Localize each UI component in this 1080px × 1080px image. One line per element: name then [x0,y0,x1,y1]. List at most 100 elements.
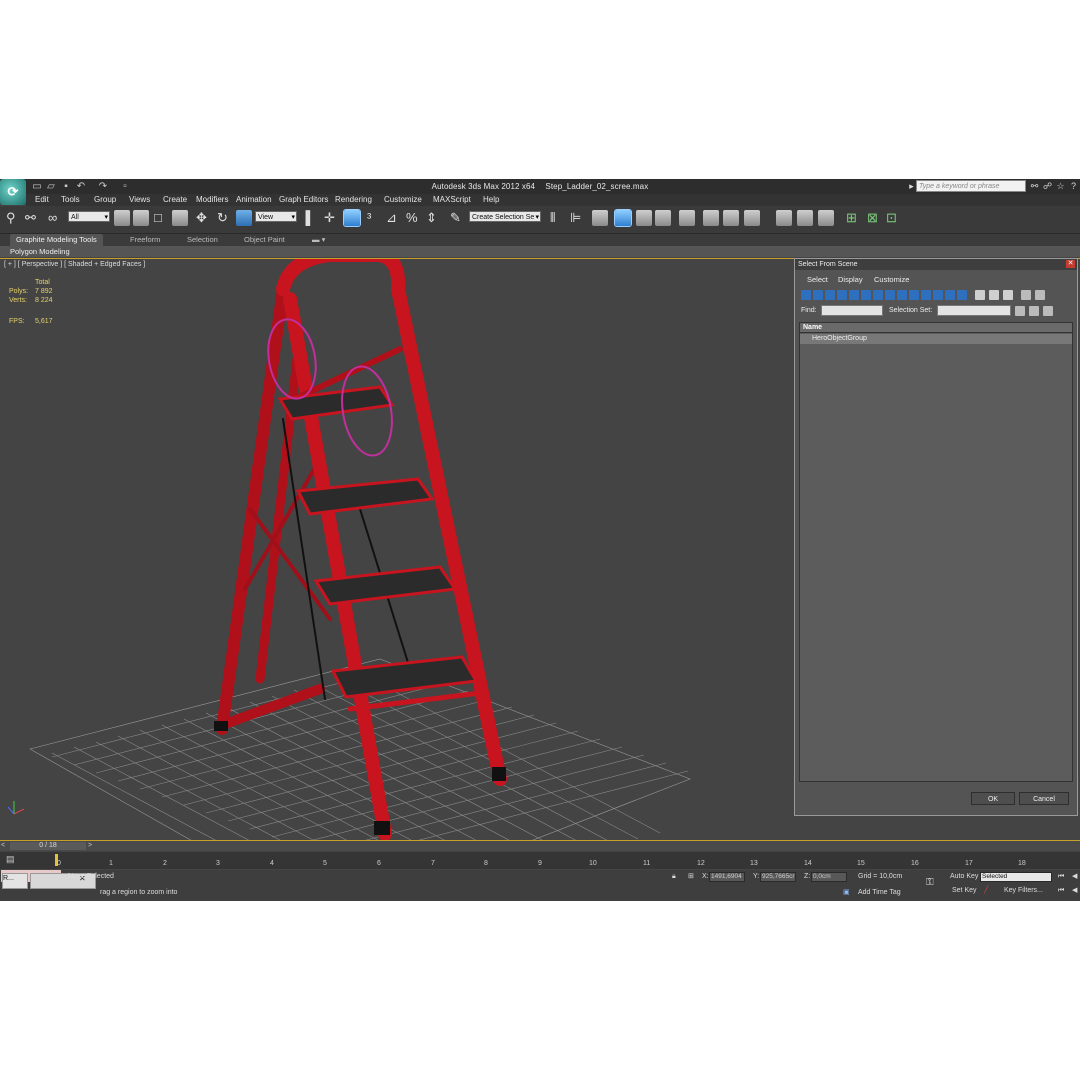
edit-named-selection-icon[interactable]: ✎ [450,209,461,227]
select-invert-icon[interactable] [1003,290,1013,300]
menu-maxscript[interactable]: MAXScript [433,194,471,206]
move-icon[interactable]: ✥ [196,209,207,227]
keyword-search-input[interactable]: Type a keyword or phrase [916,180,1026,192]
snaps-toggle-icon[interactable]: ³ [367,209,371,227]
menu-customize[interactable]: Customize [384,194,422,206]
xref-update-icon[interactable]: ⊡ [886,209,897,227]
previous-frame-icon[interactable]: < [1,841,5,851]
menu-create[interactable]: Create [163,194,187,206]
set-key-button[interactable]: Set Key [952,886,977,896]
tab-graphite-modeling-tools[interactable]: Graphite Modeling Tools [10,234,103,246]
render-production-icon[interactable] [744,210,760,226]
key-selection-dropdown[interactable]: Selected [980,872,1052,882]
rotate-icon[interactable]: ↻ [217,209,228,227]
time-tag-icon[interactable]: ▣ [843,888,850,898]
schematic-view-icon[interactable] [655,210,671,226]
reference-coordinate-dropdown[interactable]: View [255,211,297,223]
select-link-icon[interactable]: ⚲ [6,209,16,227]
selection-filter-dropdown[interactable]: All [68,211,110,223]
display-shapes-icon[interactable] [813,290,823,300]
window-crossing-icon[interactable] [172,210,188,226]
container-icon[interactable] [776,210,792,226]
menu-modifiers[interactable]: Modifiers [196,194,228,206]
auto-key-button[interactable]: Auto Key [950,872,978,882]
rendered-frame-icon[interactable] [723,210,739,226]
track-bar[interactable]: ▤ 0 1 2 3 4 5 6 7 8 9 10 11 12 13 14 15 … [0,852,1080,869]
display-none-icon[interactable] [957,290,967,300]
find-input[interactable] [821,305,883,316]
x-coord-field[interactable]: 1491,6904 [709,872,745,882]
keyboard-shortcut-override-icon[interactable] [344,210,360,226]
add-time-tag-button[interactable]: Add Time Tag [858,888,901,898]
display-frozen-icon[interactable] [921,290,931,300]
lock-selection-icon[interactable]: 🔒︎ [672,872,676,882]
display-space-warps-icon[interactable] [861,290,871,300]
unlink-icon[interactable]: ⚯ [25,209,36,227]
select-all-icon[interactable] [975,290,985,300]
key-icon[interactable]: ⚿ [926,878,934,888]
menu-group[interactable]: Group [94,194,116,206]
select-none-icon[interactable] [989,290,999,300]
display-bones-icon[interactable] [897,290,907,300]
menu-edit[interactable]: Edit [35,194,49,206]
star-icon[interactable]: ☆ [1055,180,1066,192]
angle-snap-icon[interactable]: ⊿ [386,209,397,227]
z-coord-field[interactable]: 0,0cm [811,872,847,882]
spinner-snap-icon[interactable]: ⇕ [426,209,437,227]
ok-button[interactable]: OK [971,792,1015,805]
xref-merge-icon[interactable]: ⊠ [867,209,878,227]
app-logo-icon[interactable]: ⟳ [0,179,26,205]
ribbon-options-icon[interactable]: ▬ ▾ [312,234,325,246]
tab-selection[interactable]: Selection [187,234,218,246]
key-filters-button[interactable]: Key Filters... [1004,886,1043,896]
render-setup-icon[interactable] [703,210,719,226]
binoculars-icon[interactable]: ⚯ [1029,180,1040,192]
go-to-start-icon[interactable]: ⏮ [1058,872,1064,882]
taskbar-window-button[interactable]: R... [2,873,28,889]
menu-animation[interactable]: Animation [236,194,272,206]
previous-frame-alt-icon[interactable]: ◀ [1072,886,1077,896]
tab-object-paint[interactable]: Object Paint [244,234,285,246]
bind-space-warp-icon[interactable]: ∞ [48,209,57,227]
named-selection-dropdown[interactable]: Create Selection Se [469,211,541,223]
create-set-icon[interactable] [1015,306,1025,316]
mirror-icon[interactable]: ⫴ [550,209,555,227]
dialog-menu-display[interactable]: Display [838,275,863,285]
dialog-menu-select[interactable]: Select [807,275,828,285]
rectangular-selection-icon[interactable]: □ [154,209,162,227]
filter-icon[interactable] [1021,290,1031,300]
display-xrefs-icon[interactable] [885,290,895,300]
filter-toggle-icon[interactable] [1035,290,1045,300]
display-groups-icon[interactable] [873,290,883,300]
scale-icon[interactable] [236,210,252,226]
add-to-set-icon[interactable] [1029,306,1039,316]
xref-icon[interactable]: ⊞ [846,209,857,227]
menu-tools[interactable]: Tools [61,194,80,206]
absolute-mode-icon[interactable]: ⊞ [688,872,694,882]
menu-views[interactable]: Views [129,194,150,206]
display-all-icon[interactable] [945,290,955,300]
close-icon[interactable]: ✕ [1066,260,1075,268]
polygon-modeling-panel[interactable]: Polygon Modeling [0,246,1080,257]
dialog-menu-customize[interactable]: Customize [874,275,909,285]
display-hidden-icon[interactable] [933,290,943,300]
help-icon[interactable]: ? [1068,180,1079,192]
align-icon[interactable]: ⊫ [570,209,581,227]
list-item[interactable]: HeroObjectGroup [800,334,1072,344]
time-slider[interactable]: 0 / 18 [10,842,86,850]
percent-snap-icon[interactable]: % [406,209,418,227]
next-frame-icon[interactable]: > [88,841,92,851]
display-lights-icon[interactable] [825,290,835,300]
column-header-name[interactable]: Name [800,323,1072,333]
curve-editor-icon[interactable] [636,210,652,226]
menu-help[interactable]: Help [483,194,499,206]
go-to-start-alt-icon[interactable]: ⏮ [1058,886,1064,896]
graphite-toggle-icon[interactable] [615,210,631,226]
display-containers-icon[interactable] [909,290,919,300]
cancel-button[interactable]: Cancel [1019,792,1069,805]
pivot-center-icon[interactable]: ▐ [301,209,310,227]
select-by-name-icon[interactable] [133,210,149,226]
menu-graph-editors[interactable]: Graph Editors [279,194,328,206]
key-mode-icon[interactable]: ╱ [984,886,988,896]
material-editor-icon[interactable] [679,210,695,226]
